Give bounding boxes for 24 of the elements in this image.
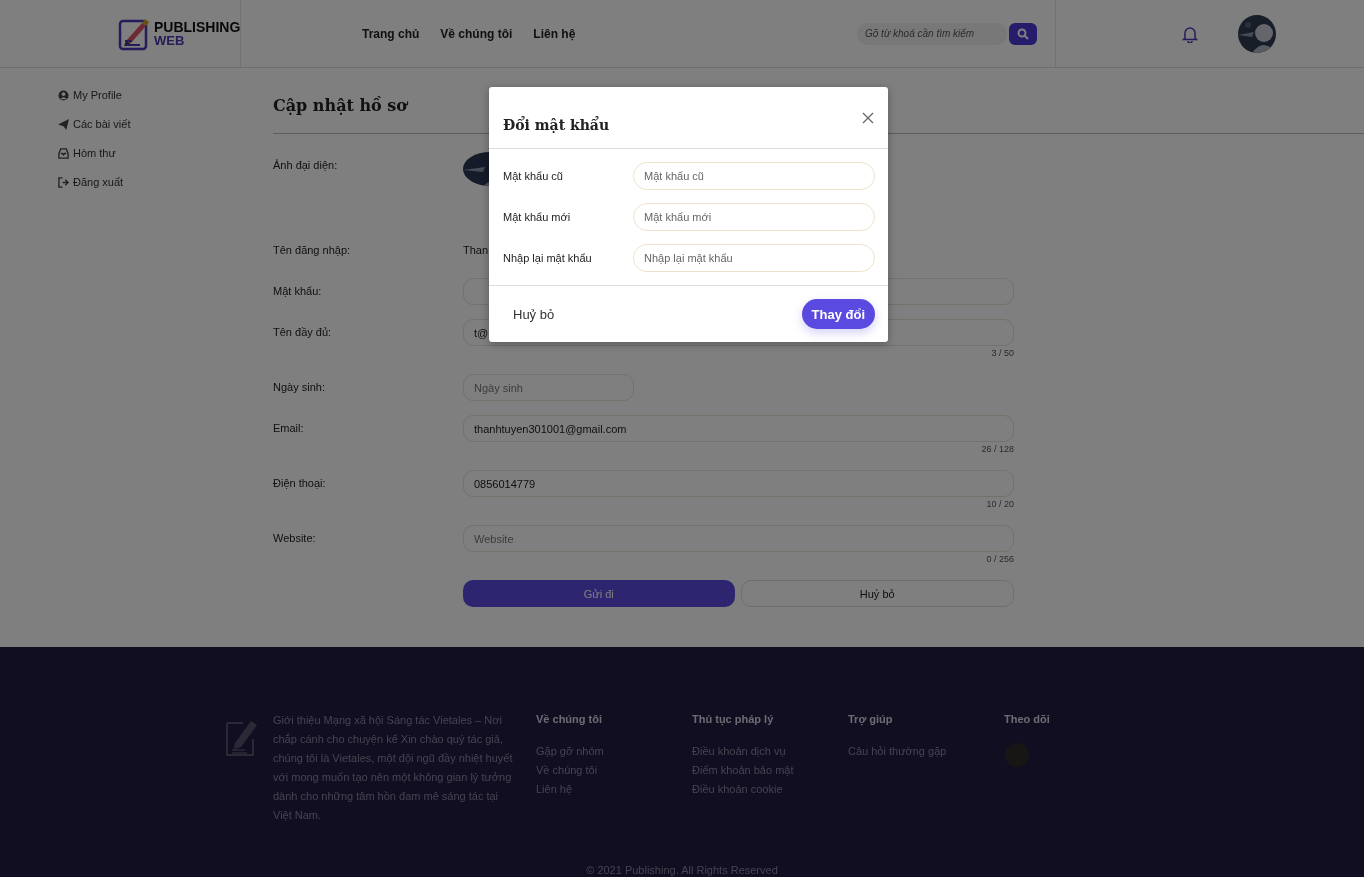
footer-heading: Theo dõi: [1004, 712, 1051, 727]
field-label: Tên đầy đủ:: [273, 325, 333, 340]
dialog-title: Đổi mật khẩu: [503, 117, 610, 133]
character-counter: 26 / 128: [981, 443, 1014, 456]
field-label: Mật khẩu:: [273, 284, 323, 299]
field-label: Mật khẩu mới: [503, 211, 572, 223]
field-label: Nhập lại mật khẩu: [503, 252, 593, 264]
page-title: Cập nhật hồ sơ: [273, 96, 409, 116]
field-label: Ảnh đại diện:: [273, 158, 339, 173]
field-label: Tên đăng nhập:: [273, 243, 352, 258]
footer-heading: Về chúng tôi: [536, 712, 603, 727]
logo-subtitle: WEB: [154, 33, 186, 48]
field-label: Website:: [273, 531, 317, 546]
username-value: Than: [463, 243, 489, 258]
footer-heading: Trợ giúp: [848, 712, 894, 728]
field-label: Ngày sinh:: [273, 380, 326, 395]
footer-heading: Thủ tục pháp lý: [692, 712, 775, 728]
character-counter: 0 / 256: [986, 553, 1014, 566]
field-label: Email:: [273, 421, 305, 436]
character-counter: 10 / 20: [986, 498, 1014, 511]
field-label: Mật khẩu cũ: [503, 170, 564, 182]
character-counter: 3 / 50: [991, 347, 1014, 360]
field-label: Điện thoại:: [273, 476, 327, 491]
logo-title: PUBLISHING: [154, 19, 241, 34]
